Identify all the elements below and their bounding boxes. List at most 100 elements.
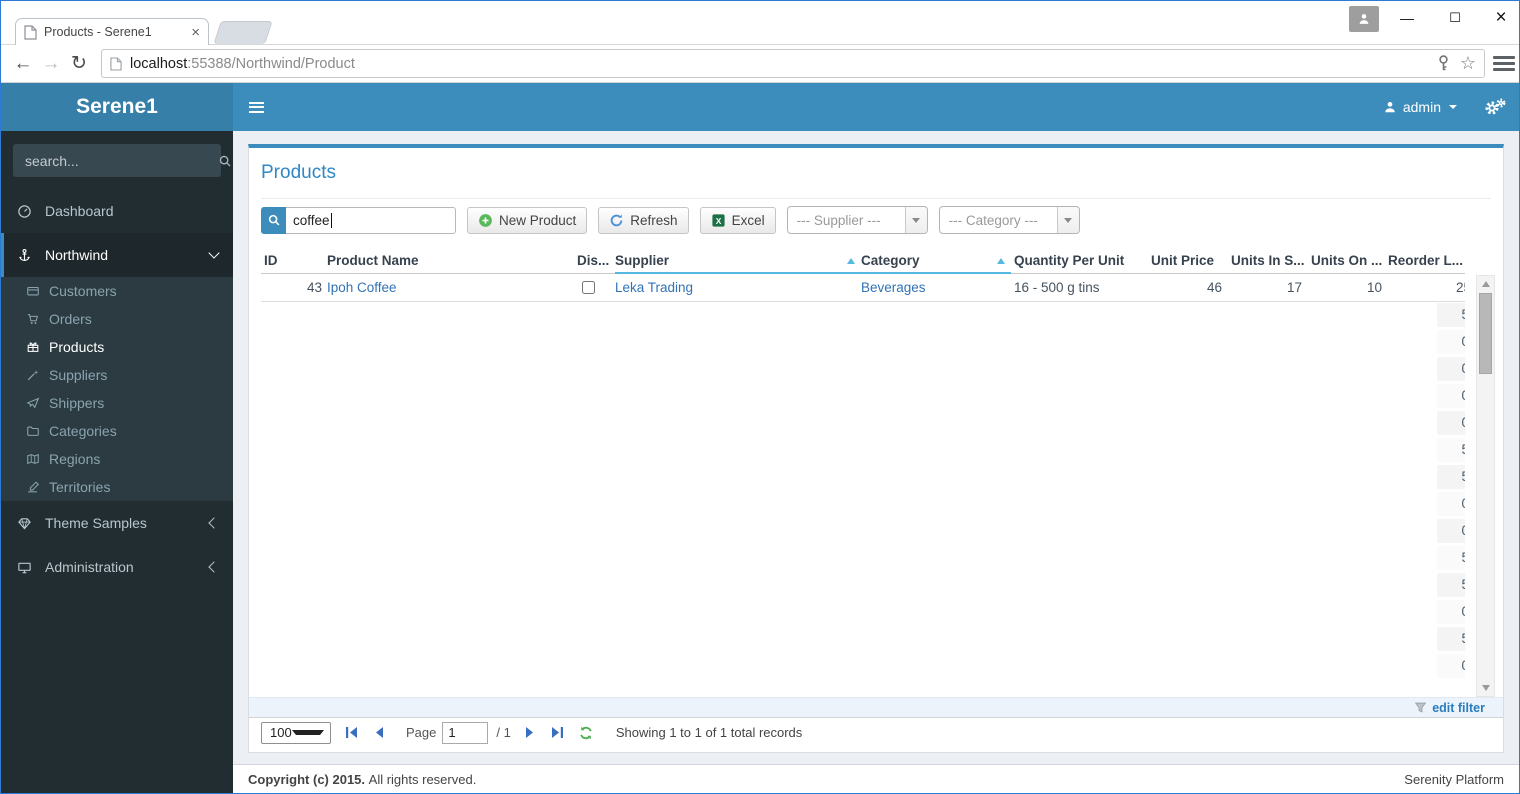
settings-gears-icon[interactable]: [1484, 83, 1506, 131]
product-link[interactable]: Ipoh Coffee: [327, 280, 397, 295]
col-header-units-on-order[interactable]: Units On ...: [1311, 249, 1387, 273]
sidebar-item-label: Dashboard: [45, 203, 114, 219]
caret-down-icon: [1449, 105, 1457, 109]
refresh-icon: [609, 213, 624, 228]
browser-titlebar: Products - Serene1 × — ☐ ×: [1, 1, 1519, 45]
category-select[interactable]: --- Category ---: [938, 206, 1080, 234]
products-panel: Products coffee New Product Refresh X Ex…: [248, 144, 1504, 753]
sidebar-item-orders[interactable]: Orders: [1, 305, 233, 333]
new-product-button[interactable]: New Product: [467, 206, 588, 234]
sidebar-item-label: Northwind: [45, 247, 109, 263]
browser-tab[interactable]: Products - Serene1 ×: [15, 18, 209, 45]
search-icon[interactable]: [218, 154, 232, 168]
chevron-left-icon: [208, 517, 220, 529]
excel-button[interactable]: X Excel: [699, 206, 776, 234]
window-close-button[interactable]: ×: [1479, 1, 1519, 35]
sidebar-item-administration[interactable]: Administration: [1, 545, 233, 589]
sidebar-item-dashboard[interactable]: Dashboard: [1, 189, 233, 233]
ghost-cell: 0: [1437, 384, 1465, 408]
sidebar-item-customers[interactable]: Customers: [1, 277, 233, 305]
scroll-down-icon[interactable]: [1477, 680, 1494, 696]
sidebar-item-label: Territories: [49, 479, 111, 495]
sidebar-item-suppliers[interactable]: Suppliers: [1, 361, 233, 389]
sidebar-item-label: Products: [49, 339, 105, 355]
col-header-category[interactable]: Category: [861, 249, 1011, 273]
ghost-cell: 5: [1437, 627, 1465, 651]
next-page-icon[interactable]: [525, 726, 536, 739]
anchor-icon: [16, 248, 32, 263]
edit-filter-link[interactable]: edit filter: [1432, 701, 1485, 715]
ghost-cell: 5: [1437, 546, 1465, 570]
first-page-icon[interactable]: [345, 726, 359, 739]
sidebar-item-products[interactable]: Products: [1, 333, 233, 361]
col-header-reorder-level[interactable]: Reorder L...: [1388, 249, 1476, 273]
scrollbar-thumb[interactable]: [1479, 293, 1492, 374]
bookmark-star-icon[interactable]: ☆: [1460, 53, 1476, 74]
svg-text:X: X: [715, 215, 721, 225]
new-tab-button[interactable]: [213, 21, 273, 44]
browser-menu-icon[interactable]: [1493, 56, 1515, 71]
col-header-product-name[interactable]: Product Name: [327, 249, 577, 273]
dropdown-arrow-icon: [904, 207, 927, 233]
cell-quantity-per-unit: 16 - 500 g tins: [1014, 280, 1100, 295]
scroll-up-icon[interactable]: [1477, 276, 1494, 292]
sidebar-toggle-icon[interactable]: [233, 83, 279, 131]
cart-icon: [25, 312, 40, 326]
sidebar-item-territories[interactable]: Territories: [1, 473, 233, 501]
window-maximize-button[interactable]: ☐: [1433, 1, 1477, 35]
sort-asc-icon: [997, 258, 1005, 264]
sidebar-item-label: Theme Samples: [45, 515, 147, 531]
refresh-icon[interactable]: ↻: [65, 52, 93, 75]
sidebar-item-regions[interactable]: Regions: [1, 445, 233, 473]
page-number-input[interactable]: [442, 721, 489, 744]
browser-profile-icon[interactable]: [1349, 6, 1379, 32]
window-minimize-button[interactable]: —: [1385, 1, 1429, 35]
id-card-icon: [25, 284, 40, 298]
address-bar[interactable]: localhost:55388/Northwind/Product ☆: [101, 49, 1485, 78]
quick-search-input[interactable]: coffee: [286, 206, 456, 234]
page-size-select[interactable]: 100: [261, 721, 331, 744]
sidebar-item-shippers[interactable]: Shippers: [1, 389, 233, 417]
sidebar-item-label: Customers: [49, 283, 117, 299]
col-header-unit-price[interactable]: Unit Price: [1151, 249, 1227, 273]
key-icon[interactable]: [1437, 55, 1450, 72]
reload-icon[interactable]: [578, 725, 594, 741]
last-page-icon[interactable]: [550, 726, 564, 739]
cell-product-name: Ipoh Coffee: [327, 274, 577, 301]
col-header-supplier[interactable]: Supplier: [615, 249, 861, 273]
sidebar-item-label: Shippers: [49, 395, 105, 411]
col-header-id[interactable]: ID: [261, 249, 327, 273]
col-header-discontinued[interactable]: Dis...: [577, 249, 615, 273]
table-row[interactable]: 43 Ipoh Coffee Leka Trading Beverages 16…: [261, 274, 1465, 302]
forward-icon[interactable]: →: [37, 53, 65, 75]
browser-window: Products - Serene1 × — ☐ × ← → ↻ localho…: [0, 0, 1520, 794]
discontinued-checkbox[interactable]: [582, 281, 595, 294]
cell-id: 43: [306, 280, 322, 295]
col-header-quantity-per-unit[interactable]: Quantity Per Unit: [1014, 249, 1151, 273]
chevron-down-icon: [208, 247, 220, 259]
supplier-link[interactable]: Leka Trading: [615, 280, 693, 295]
magic-wand-icon: [25, 368, 40, 382]
col-header-units-in-stock[interactable]: Units In S...: [1231, 249, 1307, 273]
dropdown-arrow-icon: [291, 730, 324, 735]
search-icon[interactable]: [261, 206, 286, 234]
supplier-select[interactable]: --- Supplier ---: [786, 206, 928, 234]
page-label: Page: [406, 725, 437, 740]
brand-logo[interactable]: Serene1: [1, 83, 233, 131]
sidebar-item-northwind[interactable]: Northwind: [1, 233, 233, 277]
back-icon[interactable]: ←: [9, 53, 37, 75]
sidebar-item-categories[interactable]: Categories: [1, 417, 233, 445]
cell-units-on-order: 10: [1366, 280, 1382, 295]
cell-category: Beverages: [861, 274, 1011, 301]
sidebar-search-input[interactable]: [13, 152, 218, 169]
app-footer: Copyright (c) 2015. All rights reserved.…: [233, 764, 1519, 793]
category-link[interactable]: Beverages: [861, 280, 926, 295]
url-path: :55388/Northwind/Product: [187, 55, 355, 72]
user-menu[interactable]: admin: [1383, 83, 1457, 131]
grid-vertical-scrollbar[interactable]: [1476, 275, 1495, 697]
refresh-button[interactable]: Refresh: [598, 206, 689, 234]
tab-close-icon[interactable]: ×: [191, 25, 200, 40]
sidebar-item-theme-samples[interactable]: Theme Samples: [1, 501, 233, 545]
excel-icon: X: [711, 213, 726, 228]
prev-page-icon[interactable]: [373, 726, 384, 739]
